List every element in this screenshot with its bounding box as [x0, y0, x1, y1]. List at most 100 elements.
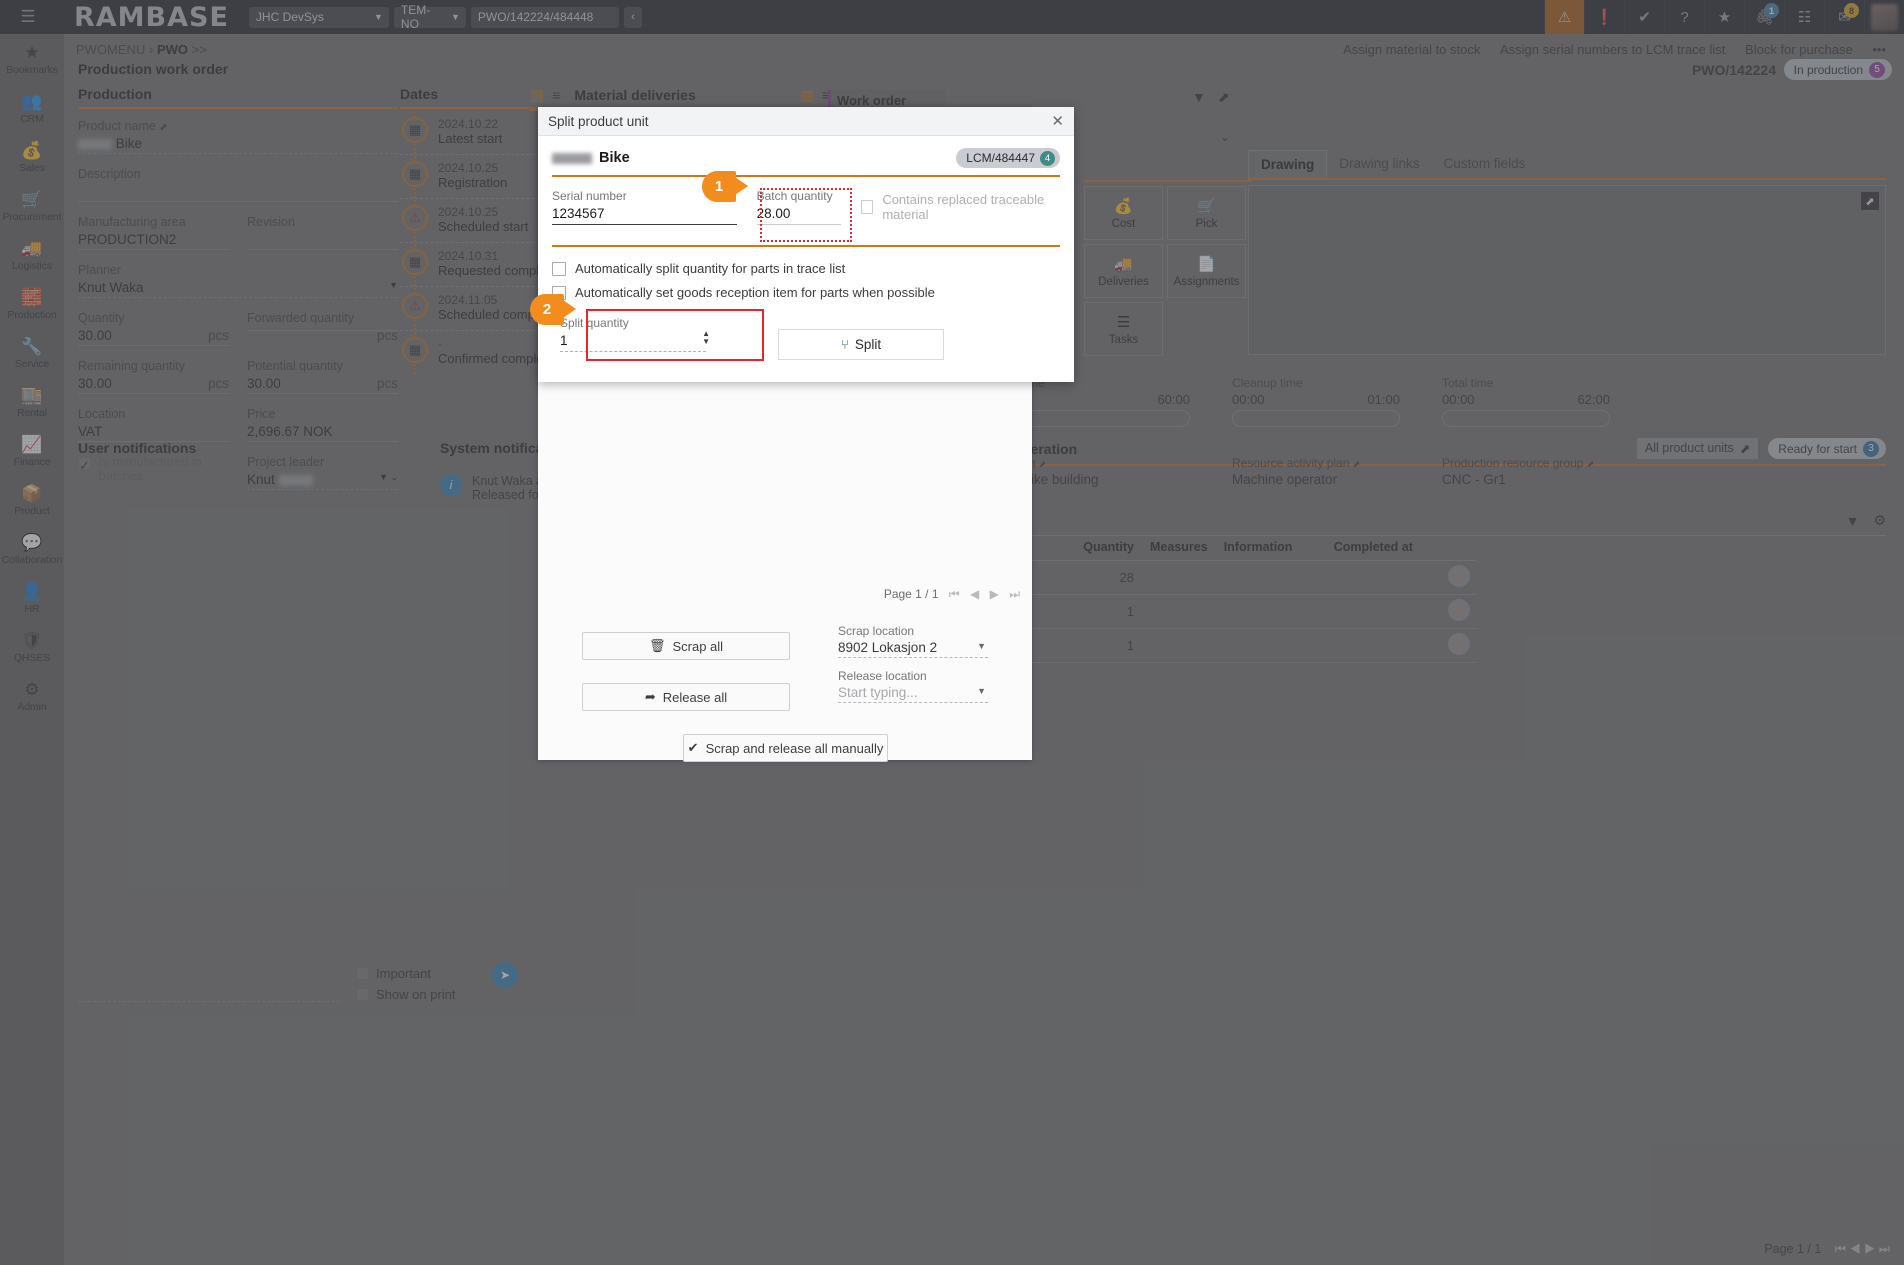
warning-icon[interactable]: ⚠ — [1544, 0, 1584, 34]
quick-button-pick[interactable]: 🛒 Pick — [1167, 186, 1246, 240]
planner-value[interactable]: Knut Waka ▼ — [78, 277, 398, 298]
filter-icon[interactable]: ▼ — [1846, 513, 1860, 529]
forwarded-quantity-label: Forwarded quantity — [247, 311, 398, 325]
chevron-down-icon[interactable]: ▼ — [389, 280, 398, 290]
sidebar-item-collaboration[interactable]: 💬 Collaboration — [0, 524, 64, 573]
menu-hamburger-icon[interactable]: ☰ — [0, 0, 56, 34]
note-input[interactable] — [78, 962, 340, 1002]
split-button[interactable]: ⑂ Split — [778, 329, 944, 360]
quick-button-deliveries[interactable]: 🚚 Deliveries — [1084, 244, 1163, 298]
sidebar-item-crm[interactable]: 👥 CRM — [0, 83, 64, 132]
chart-icon[interactable]: ▥ — [801, 87, 814, 104]
row-open-icon[interactable]: › — [1448, 633, 1470, 655]
sidebar-item-logistics[interactable]: 🚚 Logistics — [0, 230, 64, 279]
project-leader-value[interactable]: Knut ▼ ⌄ — [247, 469, 398, 490]
first-page-icon[interactable]: ⏮ — [949, 587, 960, 601]
row-open-icon[interactable]: › — [1448, 565, 1470, 587]
company-select[interactable]: JHC DevSys ▼ — [249, 7, 389, 28]
planner-label: Planner — [78, 263, 398, 277]
table-row[interactable]: 1 › — [1022, 629, 1476, 663]
quick-button-cost[interactable]: 💰 Cost — [1084, 186, 1163, 240]
tab-drawing[interactable]: Drawing — [1248, 150, 1327, 178]
collapse-button[interactable]: ‹ — [624, 7, 642, 28]
tem-select[interactable]: TEM-NO ▼ — [394, 7, 466, 28]
menu-lines-icon[interactable]: ≡ — [552, 87, 560, 103]
sidebar-item-admin[interactable]: ⚙ Admin — [0, 671, 64, 720]
auto-split-checkbox[interactable]: Automatically split quantity for parts i… — [552, 261, 1060, 276]
table-row[interactable]: 28 › — [1022, 561, 1476, 595]
avatar[interactable] — [1864, 0, 1904, 34]
release-all-button[interactable]: ➦ Release all — [582, 683, 790, 711]
breadcrumb-root[interactable]: PWOMENU — [76, 42, 145, 57]
drawing-preview[interactable]: ⬈ — [1248, 185, 1886, 355]
gear-icon[interactable]: ⚙ — [1873, 512, 1886, 529]
auto-goods-reception-checkbox[interactable]: Automatically set goods reception item f… — [552, 285, 1060, 300]
attachment-icon[interactable]: 🖇 1 — [1744, 0, 1784, 34]
mail-icon[interactable]: ✉ 8 — [1824, 0, 1864, 34]
quick-button-assignments[interactable]: 📄 Assignments — [1167, 244, 1246, 298]
sidebar-item-rental[interactable]: 🏬 Rental — [0, 377, 64, 426]
sidebar-item-product[interactable]: 📦 Product — [0, 475, 64, 524]
quick-button-label: Cost — [1112, 218, 1136, 230]
action-block-for-purchase[interactable]: Block for purchase — [1745, 42, 1853, 57]
sidebar-item-sales[interactable]: 💰 Sales — [0, 132, 64, 181]
document-select[interactable]: PWO/142224/484448 — [471, 7, 619, 28]
scrap-all-button[interactable]: 🗑 Scrap all — [582, 632, 790, 660]
lcm-badge[interactable]: LCM/484447 4 — [956, 148, 1060, 168]
close-icon[interactable]: ✕ — [1051, 112, 1064, 130]
exclamation-icon[interactable]: ❗ — [1584, 0, 1624, 34]
collapse-chevron-icon[interactable]: ⌄ — [1220, 130, 1230, 144]
sidebar-item-bookmarks[interactable]: ★ Bookmarks — [0, 34, 64, 83]
external-link-icon[interactable]: ⬈ — [1218, 89, 1230, 106]
star-icon[interactable]: ★ — [1704, 0, 1744, 34]
description-value[interactable] — [78, 181, 398, 202]
price-field: Price 2,696.67 NOK — [247, 407, 398, 442]
tab-custom-fields[interactable]: Custom fields — [1432, 150, 1538, 178]
external-link-icon[interactable]: ⬈ — [1353, 459, 1361, 469]
sidebar-item-hr[interactable]: 👤 HR — [0, 573, 64, 622]
manufacturing-area-field: Manufacturing area PRODUCTION2 — [78, 215, 229, 250]
chevron-down-icon[interactable]: ▼ ⌄ — [379, 472, 398, 483]
revision-value[interactable] — [247, 229, 398, 250]
filter-icon[interactable]: ▼ — [1192, 89, 1206, 106]
show-on-print-checkbox[interactable]: Show on print — [356, 987, 476, 1002]
release-location-value[interactable]: Start typing... ▼ — [838, 683, 988, 703]
star-icon: ★ — [0, 43, 64, 62]
breadcrumb-current[interactable]: PWO — [157, 42, 188, 57]
sidebar-item-production[interactable]: 🧱 Production — [0, 279, 64, 328]
sidebar-item-procurement[interactable]: 🛒 Procurement — [0, 181, 64, 230]
help-icon[interactable]: ? — [1664, 0, 1704, 34]
check-circle-icon[interactable]: ✔ — [1624, 0, 1664, 34]
action-assign-serial-numbers[interactable]: Assign serial numbers to LCM trace list — [1500, 42, 1725, 57]
status-badge[interactable]: In production 5 — [1784, 59, 1892, 80]
prev-page-icon[interactable]: ◀ — [970, 587, 979, 601]
column-information: Information — [1216, 534, 1326, 561]
scrap-location-value[interactable]: 8902 Lokasjon 2 ▼ — [838, 638, 988, 658]
row-open-icon[interactable]: › — [1448, 599, 1470, 621]
status-badge-label: In production — [1794, 63, 1863, 77]
last-page-icon[interactable]: ⏭ — [1009, 587, 1020, 601]
grid-icon[interactable]: ▤ — [530, 86, 544, 104]
sidebar-item-qhses[interactable]: 🛡 QHSES — [0, 622, 64, 671]
scrap-and-release-manually-button[interactable]: ✔ Scrap and release all manually — [683, 734, 888, 762]
external-link-icon[interactable]: ⬈ — [1039, 459, 1047, 469]
send-icon[interactable]: ➤ — [492, 962, 518, 988]
list-icon[interactable]: ☷ — [1784, 0, 1824, 34]
quick-button-tasks[interactable]: ☰ Tasks — [1084, 302, 1163, 356]
sidebar-item-finance[interactable]: 📈 Finance — [0, 426, 64, 475]
table-row[interactable]: 1 › — [1022, 595, 1476, 629]
tab-drawing-links[interactable]: Drawing links — [1327, 150, 1431, 178]
expand-icon[interactable]: ⬈ — [1861, 192, 1879, 210]
external-link-icon[interactable]: ⬈ — [159, 122, 167, 133]
next-page-icon[interactable]: ▶ — [990, 587, 999, 601]
important-checkbox[interactable]: Important — [356, 966, 476, 981]
external-link-icon[interactable]: ⬈ — [1587, 459, 1595, 469]
dialog-product-row: Bike LCM/484447 4 — [552, 148, 1060, 177]
serial-number-value[interactable]: 1234567 — [552, 203, 737, 225]
breadcrumb-more[interactable]: >> — [192, 42, 207, 57]
action-assign-material-to-stock[interactable]: Assign material to stock — [1343, 42, 1480, 57]
breadcrumb: PWOMENU › PWO >> — [76, 42, 207, 57]
sidebar-item-service[interactable]: 🔧 Service — [0, 328, 64, 377]
more-options-icon[interactable]: ••• — [1872, 42, 1886, 57]
pagination-arrows[interactable]: ⏮ ◀ ▶ ⏭ — [1835, 1242, 1890, 1256]
